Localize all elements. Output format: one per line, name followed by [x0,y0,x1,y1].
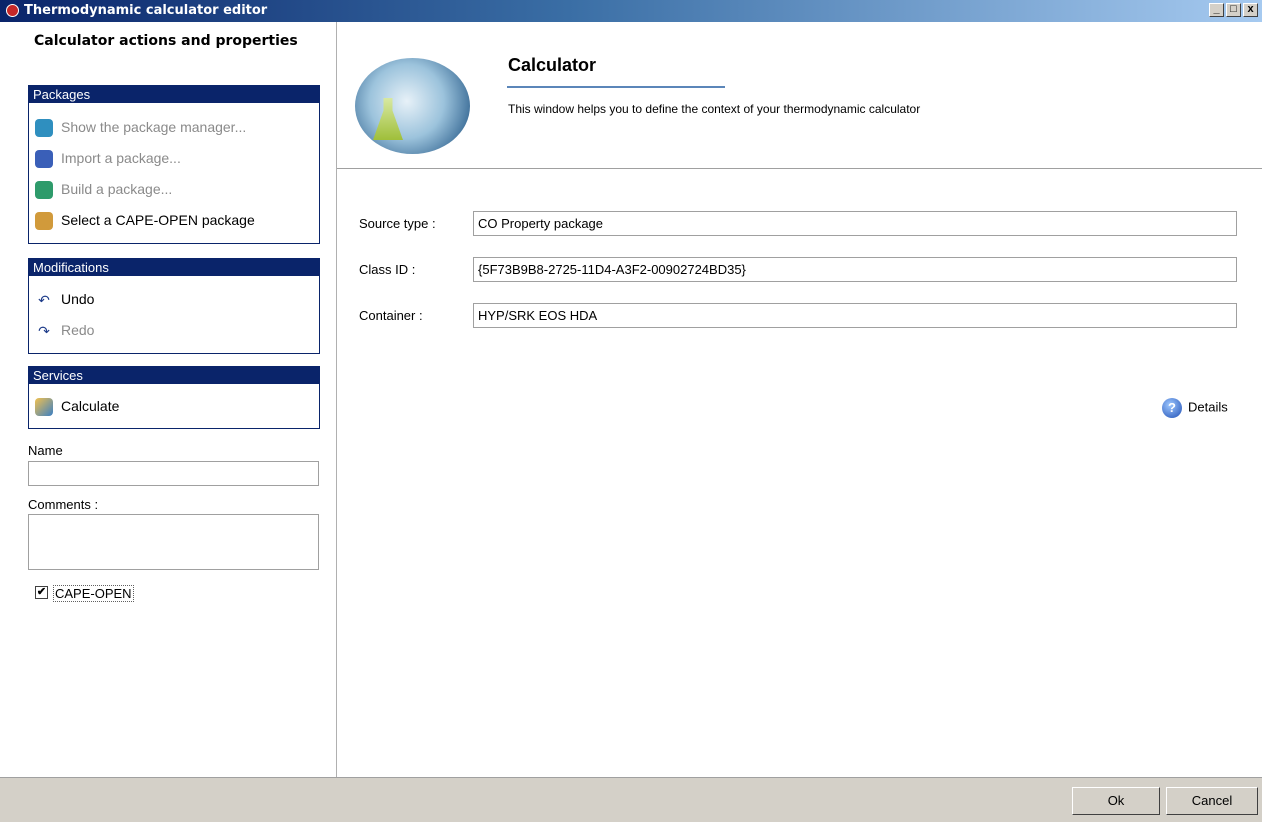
name-input[interactable] [28,461,319,486]
close-button[interactable]: x [1243,3,1258,17]
source-type-label: Source type : [359,216,436,231]
calculator-header-image [355,58,470,154]
page-description: This window helps you to define the cont… [508,102,921,116]
cape-open-package-icon [35,212,53,231]
redo-icon: ↷ [38,323,50,340]
build-package-item[interactable]: Build a package... [35,178,172,200]
build-package-label: Build a package... [61,181,173,197]
undo-item[interactable]: ↶ Undo [35,288,94,310]
packages-group: Packages Show the package manager... Imp… [28,85,320,244]
minimize-button[interactable]: _ [1209,3,1224,17]
build-package-icon [35,181,53,200]
import-package-item[interactable]: Import a package... [35,147,181,169]
ok-button[interactable]: Ok [1072,787,1160,815]
name-label: Name [28,443,63,458]
packages-group-title: Packages [29,86,319,103]
app-icon [6,4,19,17]
services-group-title: Services [29,367,319,384]
select-cape-open-package-item[interactable]: Select a CAPE-OPEN package [35,209,255,231]
import-package-label: Import a package... [61,150,181,166]
comments-label: Comments : [28,497,99,512]
sidebar-header: Calculator actions and properties [34,33,298,49]
calculate-label: Calculate [61,398,120,414]
details-link[interactable]: ? Details [1162,398,1228,418]
redo-item[interactable]: ↷ Redo [35,319,94,341]
package-manager-icon [35,119,53,138]
modifications-group-title: Modifications [29,259,319,276]
comments-textarea[interactable] [28,514,319,570]
cancel-button[interactable]: Cancel [1166,787,1258,815]
undo-label: Undo [61,291,95,307]
show-package-manager-label: Show the package manager... [61,119,247,135]
cape-open-label[interactable]: CAPE-OPEN [53,585,134,602]
calculate-item[interactable]: Calculate [35,395,119,417]
class-id-field[interactable]: {5F73B9B8-2725-11D4-A3F2-00902724BD35} [473,257,1237,282]
title-underline [507,86,725,88]
details-label: Details [1188,399,1228,415]
container-label: Container : [359,308,423,323]
class-id-label: Class ID : [359,262,416,277]
help-icon: ? [1162,398,1182,418]
title-bar[interactable]: Thermodynamic calculator editor _ □ x [0,0,1262,22]
maximize-button[interactable]: □ [1226,3,1241,17]
container-field[interactable]: HYP/SRK EOS HDA [473,303,1237,328]
redo-label: Redo [61,322,95,338]
services-group: Services Calculate [28,366,320,429]
undo-icon: ↶ [38,292,50,309]
header-divider [337,168,1262,169]
cape-open-checkbox[interactable]: ✔ [35,586,48,599]
import-package-icon [35,150,53,169]
modifications-group: Modifications ↶ Undo ↷ Redo [28,258,320,354]
calculate-icon [35,398,53,417]
select-cape-open-package-label: Select a CAPE-OPEN package [61,212,255,228]
window-title: Thermodynamic calculator editor [24,3,268,18]
page-title: Calculator [508,55,597,75]
source-type-field[interactable]: CO Property package [473,211,1237,236]
show-package-manager-item[interactable]: Show the package manager... [35,116,246,138]
